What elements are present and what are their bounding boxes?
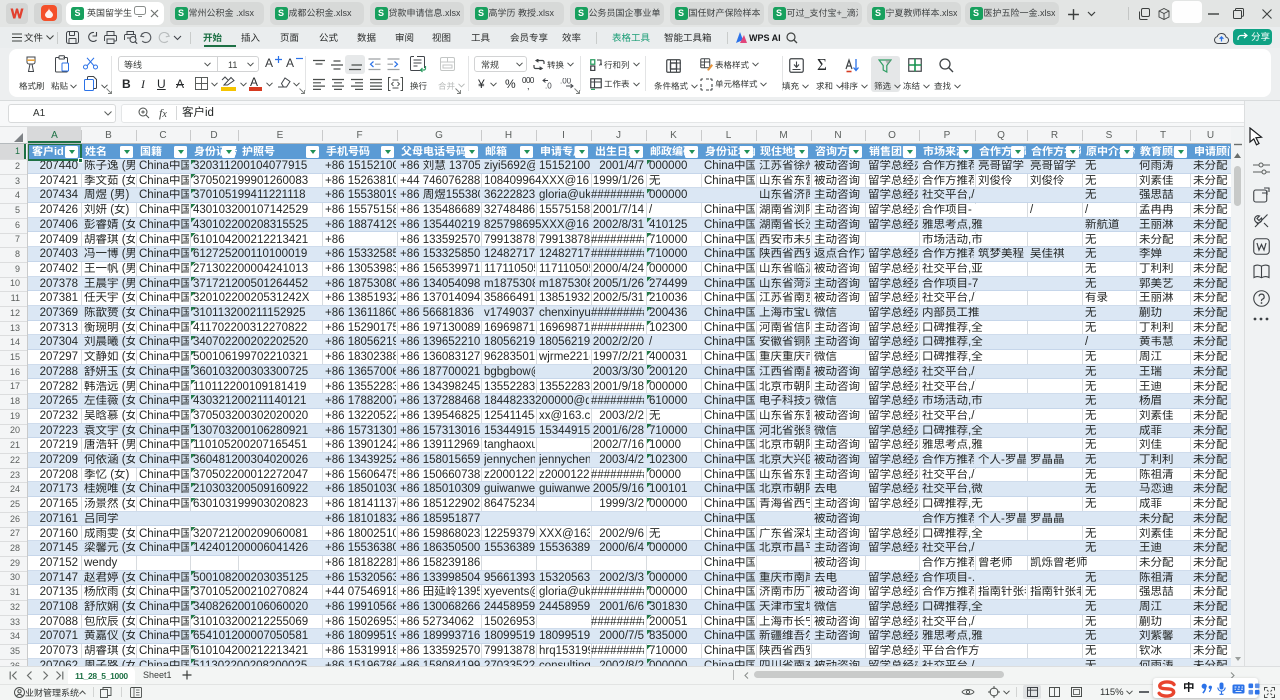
svg-text:.00: .00 xyxy=(560,78,572,86)
svg-text:.0: .0 xyxy=(545,82,552,90)
